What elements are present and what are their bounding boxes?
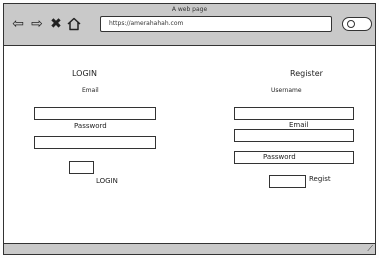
register-password-label: Password: [263, 153, 296, 161]
back-arrow-icon[interactable]: ⇦: [10, 16, 26, 32]
login-heading: LOGIN: [72, 69, 98, 78]
address-value: https://amerahahah.com: [109, 20, 184, 27]
register-email-input[interactable]: [234, 129, 354, 142]
home-icon-glyph: [67, 17, 81, 31]
register-email-label: Email: [289, 121, 309, 129]
register-username-label: Username: [271, 87, 302, 94]
login-password-input[interactable]: [34, 136, 156, 149]
login-password-label: Password: [74, 122, 107, 130]
address-bar[interactable]: https://amerahahah.com: [100, 16, 332, 32]
register-username-input[interactable]: [234, 107, 354, 120]
browser-window: A web page ⇦ ⇨ ✖ https://amerahahah.com …: [3, 3, 376, 255]
browser-toolbar: A web page ⇦ ⇨ ✖ https://amerahahah.com: [4, 4, 375, 46]
login-button-label: LOGIN: [96, 177, 118, 185]
search-icon: [347, 19, 355, 28]
register-heading: Register: [290, 69, 323, 78]
search-button[interactable]: [342, 17, 372, 31]
home-icon[interactable]: [66, 16, 82, 32]
register-button-label: Regist: [309, 175, 331, 183]
login-button[interactable]: [69, 161, 94, 174]
login-email-input[interactable]: [34, 107, 156, 120]
login-email-label: Email: [82, 87, 99, 94]
register-password-input[interactable]: Password: [234, 151, 354, 164]
window-title: A web page: [171, 6, 208, 13]
register-button[interactable]: [269, 175, 306, 188]
close-icon[interactable]: ✖: [48, 16, 64, 32]
resize-grip-icon[interactable]: ⟋: [367, 245, 373, 253]
forward-arrow-icon[interactable]: ⇨: [29, 16, 45, 32]
status-bar: ⟋: [4, 243, 375, 254]
